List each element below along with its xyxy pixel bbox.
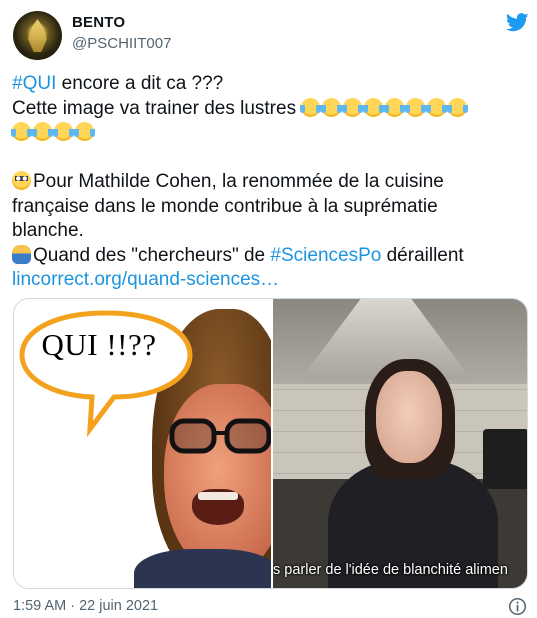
tweet-text: #QUI encore a dit ca ??? Cette image va … [11,72,527,293]
tweet-para3-post: déraillent [381,244,464,266]
joy-emoji-row-1 [300,97,469,119]
face-with-tears-of-joy-icon [11,122,32,141]
glasses-shape [169,418,271,454]
face-with-tears-of-joy-icon [32,122,53,141]
flushed-face-icon [12,171,31,190]
gold-emblem-avatar [28,19,47,52]
toaster [483,429,527,489]
man-shirt [134,549,271,588]
joy-emoji-row-2 [11,121,527,146]
face-with-tears-of-joy-icon [447,97,469,117]
author-name[interactable]: BENTO [72,14,125,31]
tweet-para2-line2: française dans le monde contribue à la s… [12,195,438,217]
face-with-tears-of-joy-icon [74,122,95,141]
tweet-line-2-text: Cette image va trainer des lustres [12,97,302,119]
tweet-para2-line3: blanche. [12,220,84,241]
tweet-line-7: Quand des "chercheurs" de #SciencesPo dé… [12,244,527,269]
hashtag-sciencespo[interactable]: #SciencesPo [270,245,381,266]
article-link[interactable]: lincorrect.org/quand-sciences… [12,268,527,293]
author-avatar[interactable] [13,11,62,60]
face-with-tears-of-joy-icon [426,97,448,117]
hashtag-qui[interactable]: #QUI [12,73,56,94]
face-with-tears-of-joy-icon [384,97,406,117]
media-image-left[interactable]: QUI !!?? [14,299,271,588]
tweet-para3-pre: Quand des "chercheurs" de [33,244,271,266]
woman-face [376,371,442,463]
tweet-line-4: Pour Mathilde Cohen, la renommée de la c… [12,170,527,195]
author-handle[interactable]: @PSCHIIT007 [72,35,171,52]
man-mouth [192,489,244,525]
face-with-tears-of-joy-icon [53,122,74,141]
tweet-card: BENTO @PSCHIIT007 #QUI encore a dit ca ?… [0,0,537,618]
speech-bubble-text: QUI !!?? [41,327,157,362]
tweet-timestamp[interactable]: 1:59 AM · 22 juin 2021 [13,598,158,614]
info-icon[interactable] [508,597,527,616]
tweet-para2-line1: Pour Mathilde Cohen, la renommée de la c… [33,171,444,192]
face-with-tears-of-joy-icon [342,97,364,117]
face-with-tears-of-joy-icon [321,97,343,117]
video-subtitle: s parler de l'idée de blanchité alimen [273,562,508,578]
twitter-bird-icon[interactable] [506,13,529,32]
tweet-line-2: Cette image va trainer des lustres [12,97,527,122]
facepalm-icon [12,244,31,264]
tweet-line-1-text: encore a dit ca ??? [56,73,224,94]
tweet-line-1: #QUI encore a dit ca ??? [12,72,527,97]
face-with-tears-of-joy-icon [363,97,385,117]
media-grid[interactable]: QUI !!?? s parler de l'idée de blanchité… [13,298,528,589]
face-with-tears-of-joy-icon [405,97,427,117]
face-with-tears-of-joy-icon [300,97,322,117]
media-video-right[interactable]: s parler de l'idée de blanchité alimen [273,299,527,588]
